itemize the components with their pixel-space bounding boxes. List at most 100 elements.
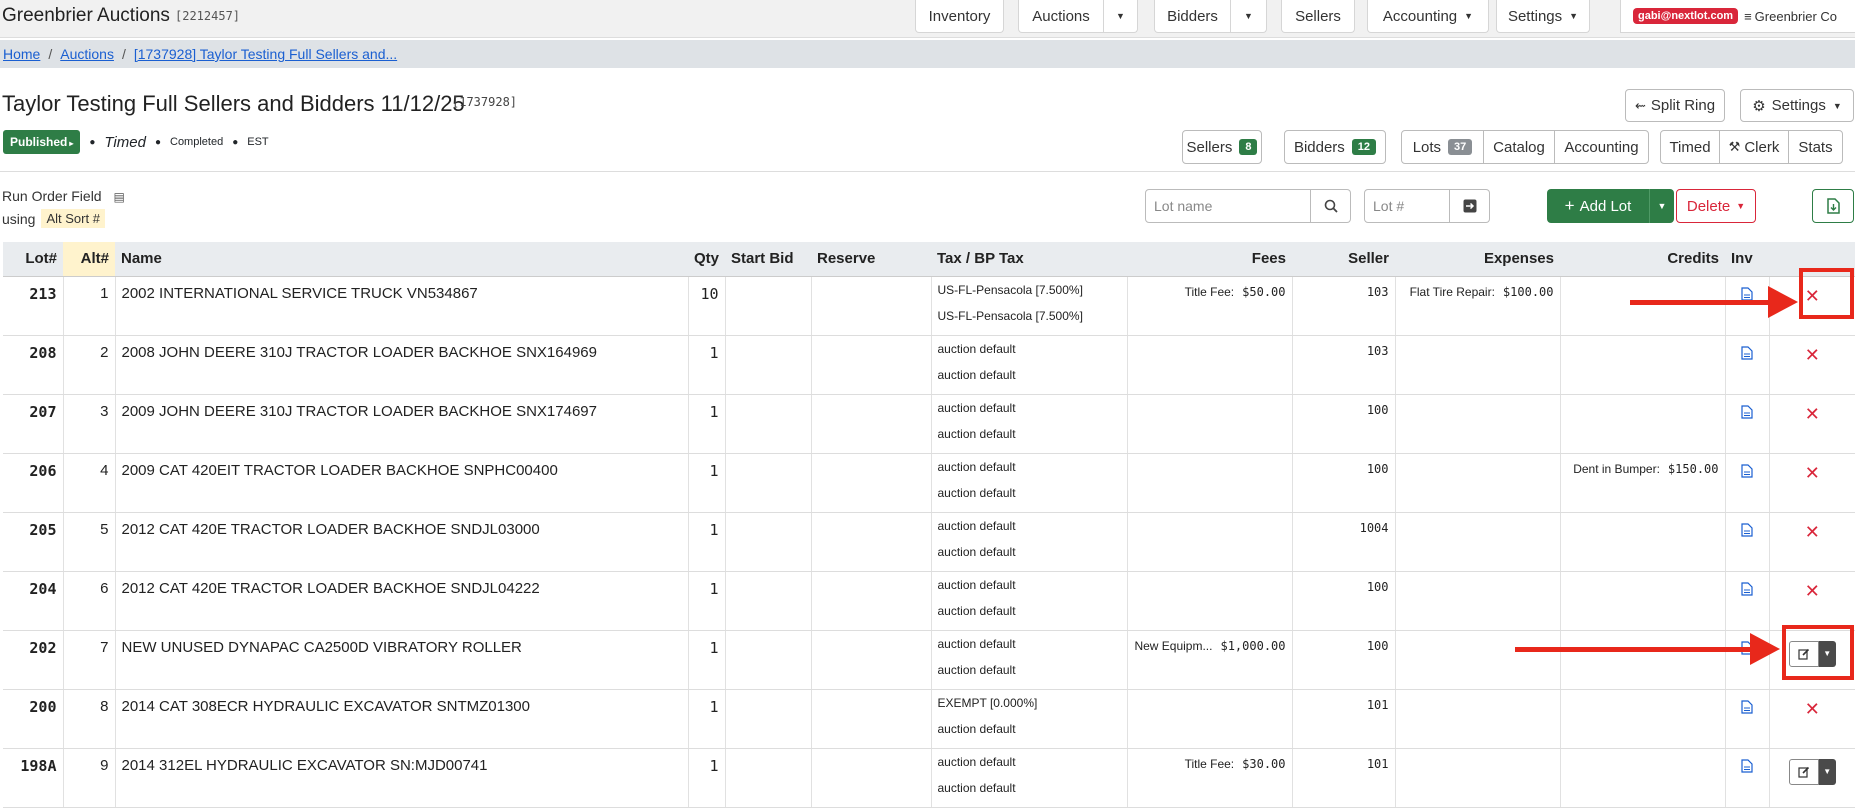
lot-number[interactable]: 200 [3, 689, 64, 749]
seller-number[interactable]: 100 [1292, 394, 1396, 454]
lot-number[interactable]: 204 [3, 571, 64, 631]
brand-name[interactable]: Greenbrier Auctions [2, 5, 170, 27]
edit-lot-button[interactable] [1788, 758, 1819, 785]
bidders-tab[interactable]: Bidders 12 [1284, 130, 1386, 164]
breadcrumb-current-auction[interactable]: [1737928] Taylor Testing Full Sellers an… [134, 46, 397, 62]
nav-auctions[interactable]: Auctions [1018, 0, 1104, 33]
invoice-cell[interactable] [1725, 276, 1770, 336]
settings-button[interactable]: ⚙ Settings ▼ [1740, 89, 1854, 122]
table-row[interactable]: 198A 9 2014 312EL HYDRAULIC EXCAVATOR SN:M… [3, 748, 1855, 808]
invoice-cell[interactable] [1725, 571, 1770, 631]
seller-number[interactable]: 101 [1292, 748, 1396, 808]
lots-tab[interactable]: Lots 37 [1401, 130, 1484, 164]
delete-lot-icon[interactable]: ✕ [1805, 463, 1820, 483]
delete-lot-icon[interactable]: ✕ [1805, 345, 1820, 365]
delete-button[interactable]: Delete ▼ [1676, 189, 1756, 223]
table-row[interactable]: 206 4 2009 CAT 420EIT TRACTOR LOADER BACKH… [3, 453, 1855, 513]
nav-auctions-dropdown[interactable]: ▼ [1104, 0, 1138, 33]
seller-number[interactable]: 100 [1292, 453, 1396, 513]
table-row[interactable]: 200 8 2014 CAT 308ECR HYDRAULIC EXCAVATOR … [3, 689, 1855, 749]
invoice-cell[interactable] [1725, 748, 1770, 808]
seller-number[interactable]: 1004 [1292, 512, 1396, 572]
timezone: EST [247, 136, 269, 148]
lot-name[interactable]: 2012 CAT 420E TRACTOR LOADER BACKHOE SND… [115, 512, 689, 572]
table-row[interactable]: 213 1 2002 INTERNATIONAL SERVICE TRUCK VN5… [3, 276, 1855, 336]
invoice-cell[interactable] [1725, 512, 1770, 572]
go-button[interactable] [1450, 189, 1490, 223]
clerk-tab[interactable]: ⚒ Clerk [1719, 130, 1789, 164]
catalog-tab[interactable]: Catalog [1483, 130, 1555, 164]
lot-name[interactable]: 2014 CAT 308ECR HYDRAULIC EXCAVATOR SNTM… [115, 689, 689, 749]
lot-number-input[interactable]: Lot # [1364, 189, 1450, 223]
lot-name[interactable]: 2009 CAT 420EIT TRACTOR LOADER BACKHOE S… [115, 453, 689, 513]
lot-number[interactable]: 213 [3, 276, 64, 336]
col-header-fees[interactable]: Fees [1127, 242, 1292, 277]
nav-inventory[interactable]: Inventory [915, 0, 1004, 33]
col-header-name[interactable]: Name [115, 242, 688, 277]
lot-name[interactable]: 2012 CAT 420E TRACTOR LOADER BACKHOE SND… [115, 571, 689, 631]
published-status-badge[interactable]: Published ▸ [3, 130, 81, 154]
table-row[interactable]: 202 7 NEW UNUSED DYNAPAC CA2500D VIBRATORY… [3, 630, 1855, 690]
lot-number[interactable]: 198A [3, 748, 64, 808]
seller-number[interactable]: 103 [1292, 276, 1396, 336]
lot-number[interactable]: 205 [3, 512, 64, 572]
nav-settings[interactable]: Settings ▼ [1496, 0, 1590, 33]
col-header-seller[interactable]: Seller [1292, 242, 1395, 277]
lot-name[interactable]: 2002 INTERNATIONAL SERVICE TRUCK VN53486… [115, 276, 689, 336]
user-menu[interactable]: gabi@nextlot.com ≡ Greenbrier Co [1620, 0, 1855, 33]
col-header-reserve[interactable]: Reserve [811, 242, 931, 277]
lot-name[interactable]: 2014 312EL HYDRAULIC EXCAVATOR SN:MJD007… [115, 748, 689, 808]
reserve-cell [811, 335, 932, 395]
split-ring-button[interactable]: ⇜ Split Ring [1625, 89, 1725, 122]
seller-number[interactable]: 101 [1292, 689, 1396, 749]
lot-number[interactable]: 208 [3, 335, 64, 395]
lot-number-jump: Lot # [1364, 189, 1490, 223]
invoice-cell[interactable] [1725, 394, 1770, 454]
seller-number[interactable]: 103 [1292, 335, 1396, 395]
delete-lot-icon[interactable]: ✕ [1805, 699, 1820, 719]
seller-number[interactable]: 100 [1292, 630, 1396, 690]
invoice-cell[interactable] [1725, 335, 1770, 395]
delete-lot-icon[interactable]: ✕ [1805, 522, 1820, 542]
lot-name-input[interactable]: Lot name [1145, 189, 1311, 223]
lot-number[interactable]: 206 [3, 453, 64, 513]
table-row[interactable]: 207 3 2009 JOHN DEERE 310J TRACTOR LOADER … [3, 394, 1855, 454]
delete-lot-icon[interactable]: ✕ [1805, 581, 1820, 601]
lot-name[interactable]: 2009 JOHN DEERE 310J TRACTOR LOADER BACK… [115, 394, 689, 454]
add-lot-dropdown[interactable]: ▼ [1649, 189, 1674, 223]
accounting-tab[interactable]: Accounting [1554, 130, 1649, 164]
sellers-tab[interactable]: Sellers 8 [1182, 130, 1262, 164]
lot-name[interactable]: 2008 JOHN DEERE 310J TRACTOR LOADER BACK… [115, 335, 689, 395]
invoice-cell[interactable] [1725, 453, 1770, 513]
col-header-tax[interactable]: Tax / BP Tax [931, 242, 1127, 277]
add-lot-button[interactable]: + Add Lot [1547, 189, 1649, 223]
edit-lot-dropdown[interactable]: ▼ [1818, 758, 1836, 785]
clipboard-icon[interactable]: ▤ [113, 190, 124, 204]
nav-accounting[interactable]: Accounting ▼ [1367, 0, 1489, 33]
seller-number[interactable]: 100 [1292, 571, 1396, 631]
nav-bidders[interactable]: Bidders [1154, 0, 1231, 33]
nav-sellers[interactable]: Sellers [1281, 0, 1355, 33]
search-button[interactable] [1311, 189, 1351, 223]
table-row[interactable]: 204 6 2012 CAT 420E TRACTOR LOADER BACKHOE… [3, 571, 1855, 631]
lot-number[interactable]: 207 [3, 394, 64, 454]
breadcrumb-home[interactable]: Home [3, 46, 40, 62]
export-button[interactable] [1812, 189, 1854, 223]
col-header-qty[interactable]: Qty [688, 242, 725, 277]
col-header-expenses[interactable]: Expenses [1395, 242, 1560, 277]
invoice-cell[interactable] [1725, 689, 1770, 749]
nav-bidders-dropdown[interactable]: ▼ [1231, 0, 1267, 33]
col-header-lot[interactable]: Lot# [3, 242, 63, 277]
table-row[interactable]: 205 5 2012 CAT 420E TRACTOR LOADER BACKHOE… [3, 512, 1855, 572]
table-row[interactable]: 208 2 2008 JOHN DEERE 310J TRACTOR LOADER … [3, 335, 1855, 395]
lot-number[interactable]: 202 [3, 630, 64, 690]
timed-tab[interactable]: Timed [1660, 130, 1720, 164]
breadcrumb-auctions[interactable]: Auctions [60, 46, 114, 62]
lot-name[interactable]: NEW UNUSED DYNAPAC CA2500D VIBRATORY ROL… [115, 630, 689, 690]
stats-tab[interactable]: Stats [1788, 130, 1843, 164]
col-header-inv[interactable]: Inv [1725, 242, 1769, 277]
delete-lot-icon[interactable]: ✕ [1805, 404, 1820, 424]
col-header-credits[interactable]: Credits [1560, 242, 1725, 277]
col-header-start-bid[interactable]: Start Bid [725, 242, 811, 277]
col-header-alt[interactable]: Alt# [63, 242, 115, 277]
